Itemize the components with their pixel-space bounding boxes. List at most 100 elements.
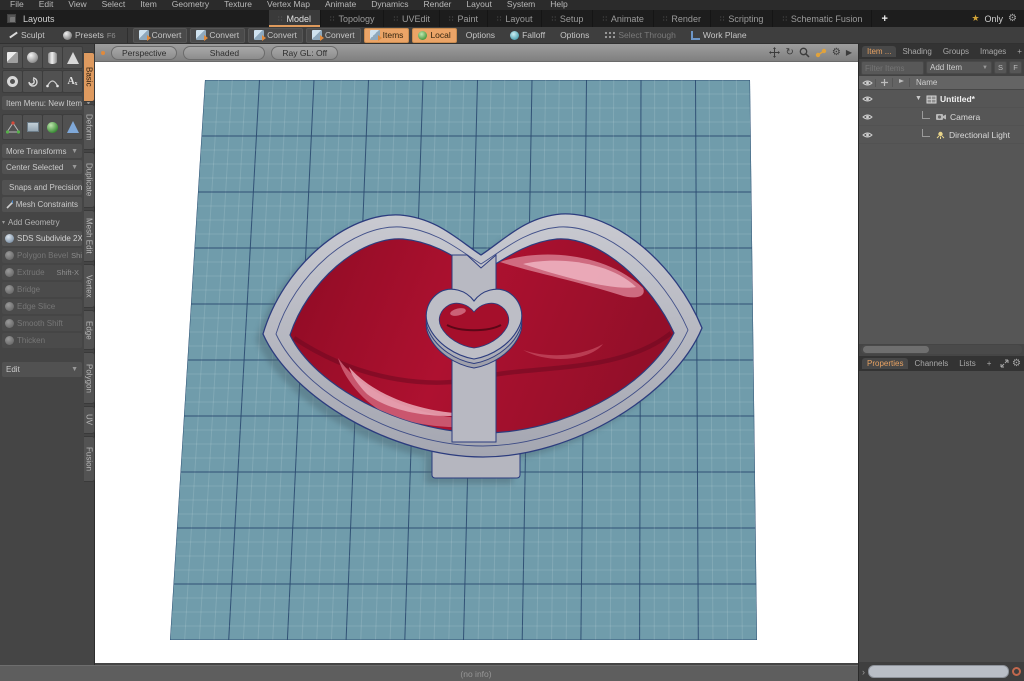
menu-vertex-map[interactable]: Vertex Map — [267, 0, 310, 10]
s-button[interactable]: S — [994, 61, 1007, 74]
tab-schematic-fusion[interactable]: ∷Schematic Fusion — [773, 10, 872, 27]
projection-selector[interactable]: Perspective — [111, 46, 177, 60]
viewport-expand-icon[interactable]: ▶ — [846, 48, 852, 57]
tab-layout[interactable]: ∷Layout — [488, 10, 543, 27]
select-through-button[interactable]: Select Through — [598, 28, 682, 43]
torus-primitive-button[interactable] — [2, 70, 23, 93]
sphere-primitive-button[interactable] — [22, 46, 43, 69]
panel-gear-icon[interactable]: ⚙ — [1012, 358, 1021, 369]
filter-items-input[interactable] — [861, 61, 924, 75]
category-tab-basic[interactable]: Basic — [84, 52, 95, 102]
category-tab-vertex[interactable]: Vertex — [84, 264, 95, 308]
convert-button-1[interactable]: Convert — [133, 28, 188, 43]
thicken-button[interactable]: Thicken — [2, 333, 82, 348]
tab-lists[interactable]: Lists — [954, 358, 980, 369]
visibility-toggle[interactable] — [859, 95, 876, 103]
category-tab-polygon[interactable]: Polygon — [84, 352, 95, 404]
viewport-thumb-icon[interactable] — [101, 51, 105, 55]
menu-edit[interactable]: Edit — [39, 0, 54, 10]
menu-file[interactable]: File — [10, 0, 24, 10]
mesh-cone-button[interactable] — [62, 114, 83, 140]
item-list-hscrollbar[interactable] — [861, 345, 1022, 354]
item-row-camera[interactable]: Camera — [859, 108, 1024, 126]
shading-selector[interactable]: Shaded — [183, 46, 265, 60]
cone-primitive-button[interactable] — [62, 46, 83, 69]
mesh-constraints-button[interactable]: Mesh Constraints — [2, 197, 82, 212]
expand-panel-icon[interactable] — [1000, 359, 1009, 368]
tab-animate[interactable]: ∷Animate — [593, 10, 654, 27]
tab-render[interactable]: ∷Render — [654, 10, 711, 27]
item-menu-dropdown[interactable]: Item Menu: New Item▼ — [2, 96, 82, 110]
menu-animate[interactable]: Animate — [325, 0, 356, 10]
bridge-button[interactable]: Bridge — [2, 282, 82, 297]
tab-images[interactable]: Images — [975, 46, 1011, 57]
snaps-and-precision-button[interactable]: Snaps and Precision — [2, 180, 82, 195]
add-panel-tab-button[interactable]: + — [1012, 46, 1024, 57]
local-action-center-button[interactable]: Local — [412, 28, 456, 43]
falloff-options-button[interactable]: Options — [554, 28, 595, 43]
menu-select[interactable]: Select — [102, 0, 126, 10]
collapse-arrow-icon[interactable]: ▼ — [914, 95, 923, 102]
vertex-tool-button[interactable] — [2, 114, 23, 140]
convert-button-3[interactable]: Convert — [248, 28, 303, 43]
command-input[interactable] — [868, 665, 1009, 678]
item-row-directional-light[interactable]: Directional Light — [859, 126, 1024, 144]
extrude-button[interactable]: Extrude Shift-X — [2, 265, 82, 280]
cylinder-primitive-button[interactable] — [42, 46, 63, 69]
tab-topology[interactable]: ∷Topology — [321, 10, 385, 27]
visibility-toggle[interactable] — [859, 113, 876, 121]
f-button[interactable]: F — [1009, 61, 1022, 74]
action-center-options-button[interactable]: Options — [460, 28, 501, 43]
menu-item[interactable]: Item — [140, 0, 157, 10]
menu-geometry[interactable]: Geometry — [172, 0, 209, 10]
rotate-icon[interactable]: ↻ — [785, 47, 793, 58]
name-column-header[interactable]: Name — [916, 78, 937, 87]
category-tab-edge[interactable]: Edge — [84, 310, 95, 350]
menu-dynamics[interactable]: Dynamics — [371, 0, 408, 10]
tab-channels[interactable]: Channels — [909, 358, 953, 369]
tab-uvedit[interactable]: ∷UVEdit — [384, 10, 439, 27]
smooth-shift-button[interactable]: Smooth Shift — [2, 316, 82, 331]
tab-model[interactable]: ∷Model — [269, 10, 321, 27]
category-tab-fusion[interactable]: Fusion — [84, 436, 95, 482]
category-tab-mesh-edit[interactable]: Mesh Edit — [84, 210, 95, 262]
curve-tool-button[interactable] — [42, 70, 63, 93]
category-tab-uv[interactable]: UV — [84, 406, 95, 434]
tab-shading[interactable]: Shading — [897, 46, 936, 57]
tab-item-list[interactable]: Item ... — [862, 46, 896, 57]
convert-button-4[interactable]: Convert — [306, 28, 361, 43]
menu-help[interactable]: Help — [550, 0, 567, 10]
zoom-icon[interactable] — [799, 47, 810, 58]
mesh-sphere-button[interactable] — [42, 114, 63, 140]
add-geometry-header[interactable]: ▾ Add Geometry — [2, 216, 82, 228]
sds-subdivide-button[interactable]: SDS Subdivide 2X — [2, 231, 82, 246]
sculpt-button[interactable]: Sculpt — [2, 28, 54, 43]
menu-layout[interactable]: Layout — [466, 0, 492, 10]
cube-primitive-button[interactable] — [2, 46, 23, 69]
item-row-untitled[interactable]: ▼ Untitled* — [859, 90, 1024, 108]
menu-render[interactable]: Render — [424, 0, 452, 10]
edit-dropdown[interactable]: Edit▼ — [2, 362, 82, 377]
convert-button-2[interactable]: Convert — [190, 28, 245, 43]
category-tab-deform[interactable]: Deform — [84, 104, 95, 150]
tab-properties[interactable]: Properties — [862, 358, 908, 369]
work-plane-button[interactable]: Work Plane — [685, 28, 753, 43]
raygl-selector[interactable]: Ray GL: Off — [271, 46, 338, 60]
more-transforms-dropdown[interactable]: More Transforms▼ — [2, 144, 82, 158]
only-toggle[interactable]: Only — [985, 14, 1004, 24]
polygon-bevel-button[interactable]: Polygon Bevel Shift-B — [2, 248, 82, 263]
link-icon[interactable] — [815, 48, 827, 58]
center-selected-dropdown[interactable]: Center Selected▼ — [2, 160, 82, 174]
items-mode-button[interactable]: Items — [364, 28, 410, 43]
presets-button[interactable]: Presets F6 — [57, 28, 122, 43]
menu-system[interactable]: System — [507, 0, 535, 10]
tab-groups[interactable]: Groups — [938, 46, 974, 57]
viewport-canvas[interactable] — [95, 62, 858, 663]
category-tab-duplicate[interactable]: Duplicate — [84, 152, 95, 208]
falloff-button[interactable]: Falloff — [504, 28, 551, 43]
pan-icon[interactable] — [769, 47, 780, 58]
menu-view[interactable]: View — [68, 0, 86, 10]
gear-icon[interactable]: ⚙ — [1008, 13, 1017, 24]
add-tab-button[interactable]: + — [872, 10, 896, 27]
scrollbar-thumb[interactable] — [863, 346, 929, 353]
